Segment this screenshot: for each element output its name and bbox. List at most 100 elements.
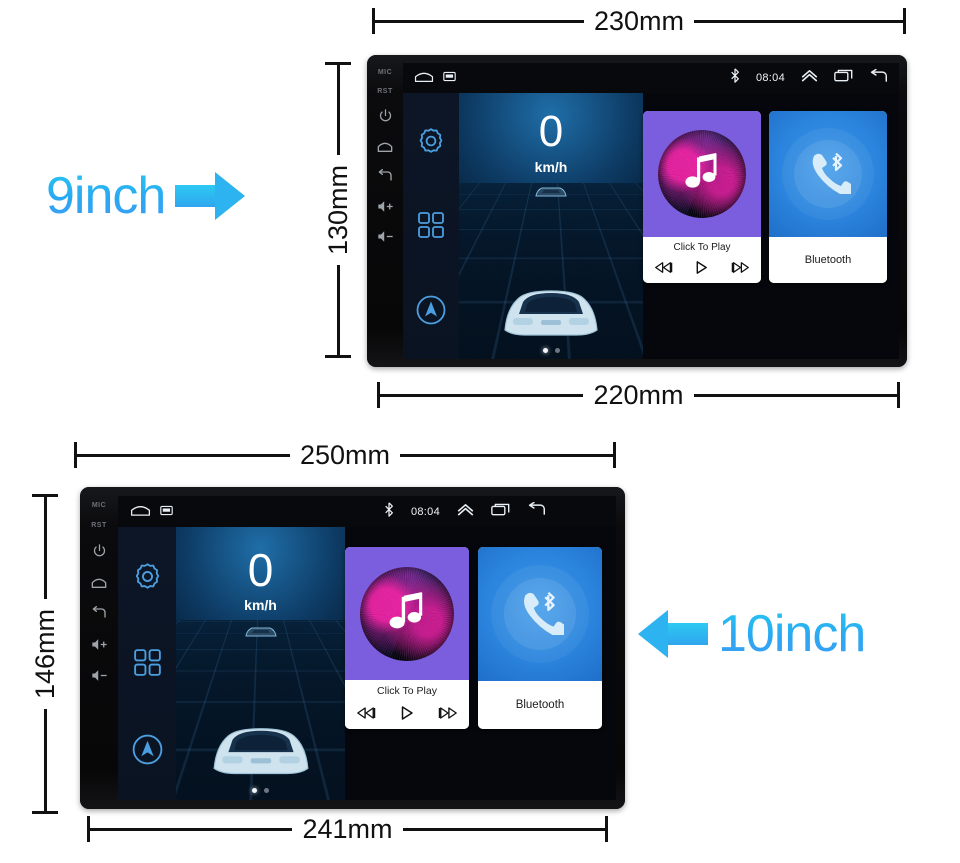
status-time-9inch: 08:04 — [755, 72, 785, 84]
chevron-up-icon[interactable] — [801, 69, 818, 87]
page-indicator-9inch — [459, 348, 643, 353]
music-controls — [643, 257, 761, 283]
bluetooth-icon — [384, 501, 394, 522]
speed-value-9inch: 0 — [538, 107, 564, 156]
volume-up-button[interactable] — [377, 200, 394, 213]
screenshot-icon[interactable] — [160, 503, 173, 521]
volume-down-button[interactable] — [377, 230, 394, 243]
speed-unit-9inch: km/h — [534, 159, 568, 175]
dimension-label-left-9inch: 130mm — [322, 164, 353, 256]
speed-value-10inch: 0 — [247, 544, 274, 596]
recent-apps-icon[interactable] — [834, 69, 853, 87]
car-far-icon — [533, 183, 569, 204]
next-track-icon[interactable] — [438, 706, 458, 725]
back-button[interactable] — [91, 606, 107, 620]
dimension-line — [402, 827, 605, 831]
bluetooth-phone-icon — [516, 589, 569, 640]
apps-grid-icon[interactable] — [131, 646, 164, 679]
dimension-241mm: 241mm — [87, 815, 608, 842]
music-widget-9inch[interactable]: Click To Play — [643, 111, 761, 283]
dimension-cap-right — [605, 816, 608, 842]
dimension-line — [380, 393, 584, 397]
settings-gear-icon[interactable] — [131, 560, 164, 593]
bezel-label-mic: MIC — [377, 69, 393, 76]
bezel-label-rst: RST — [377, 88, 393, 95]
bezel-9inch: MIC RST — [367, 55, 403, 367]
home-icon[interactable] — [414, 69, 434, 88]
volume-up-button[interactable] — [91, 638, 108, 651]
dimension-line — [336, 265, 340, 355]
previous-track-icon[interactable] — [356, 706, 376, 725]
dimension-line — [90, 827, 293, 831]
dimension-line — [43, 709, 47, 811]
page-dot[interactable] — [554, 348, 560, 353]
page-dot[interactable] — [252, 788, 257, 793]
chevron-up-icon[interactable] — [457, 503, 474, 521]
app-body-9inch: 0 km/h Click To Play Bluetooth — [403, 93, 899, 359]
screenshot-icon[interactable] — [443, 69, 456, 87]
page-dot[interactable] — [542, 348, 548, 353]
bluetooth-icon — [730, 68, 740, 88]
settings-gear-icon[interactable] — [415, 125, 447, 157]
bluetooth-art — [769, 111, 887, 237]
status-time-10inch: 08:04 — [410, 505, 440, 518]
play-icon[interactable] — [399, 705, 415, 726]
music-widget-10inch[interactable]: Click To Play — [345, 547, 469, 729]
head-unit-9inch: MIC RST 08:04 0 km/h Click To Play Bluet… — [367, 55, 907, 367]
dimension-line — [375, 19, 584, 23]
bezel-label-rst: RST — [91, 522, 107, 529]
page-indicator-10inch — [176, 788, 345, 793]
screen-10inch[interactable]: 08:04 0 km/h Click To Play Bluetooth — [118, 496, 616, 800]
page-dot[interactable] — [264, 788, 269, 793]
speedometer-widget-9inch[interactable]: 0 km/h — [459, 93, 643, 359]
home-button[interactable] — [91, 575, 107, 589]
status-bar-9inch: 08:04 — [403, 63, 899, 93]
back-button[interactable] — [377, 169, 393, 183]
power-button[interactable] — [92, 543, 107, 558]
dimension-line — [693, 393, 897, 397]
car-near-icon — [206, 713, 316, 782]
previous-track-icon[interactable] — [654, 261, 673, 279]
dimension-line — [694, 19, 903, 23]
next-track-icon[interactable] — [731, 261, 750, 279]
home-icon[interactable] — [130, 502, 151, 522]
volume-down-button[interactable] — [91, 669, 108, 682]
dimension-label-left-10inch: 146mm — [29, 608, 60, 700]
dimension-250mm: 250mm — [74, 441, 616, 468]
dimension-230mm: 230mm — [372, 5, 906, 36]
apps-grid-icon[interactable] — [415, 209, 447, 241]
album-disc — [658, 130, 746, 218]
album-disc — [360, 566, 454, 661]
app-body-10inch: 0 km/h Click To Play Bluetooth — [118, 527, 616, 800]
screen-9inch[interactable]: 08:04 0 km/h Click To Play Bluetooth — [403, 63, 899, 359]
dimension-line — [43, 497, 47, 599]
dimension-130mm: 130mm — [322, 62, 353, 358]
music-album-art — [345, 547, 469, 680]
navigation-circle-icon[interactable] — [414, 293, 448, 327]
power-button[interactable] — [378, 108, 393, 123]
dimension-146mm: 146mm — [29, 494, 60, 814]
back-arrow-icon[interactable] — [527, 501, 546, 521]
dimension-cap-right — [903, 8, 906, 34]
dimension-label-bottom-9inch: 220mm — [593, 379, 684, 410]
bluetooth-widget-9inch[interactable]: Bluetooth — [769, 111, 887, 283]
dimension-cap-right — [613, 442, 616, 468]
back-arrow-icon[interactable] — [869, 68, 888, 88]
navigation-circle-icon[interactable] — [130, 732, 165, 767]
dimension-label-top-9inch: 230mm — [593, 5, 685, 36]
dimension-cap-bottom — [325, 355, 351, 358]
speed-unit-10inch: km/h — [244, 597, 277, 613]
widget-area-9inch: Click To Play Bluetooth — [643, 93, 899, 359]
music-controls — [345, 701, 469, 729]
play-icon[interactable] — [694, 260, 709, 280]
home-stage-10inch: 0 km/h Click To Play Bluetooth — [176, 527, 616, 800]
arrow-left-icon — [638, 610, 708, 658]
bluetooth-widget-10inch[interactable]: Bluetooth — [478, 547, 602, 729]
home-button[interactable] — [377, 139, 393, 153]
callout-10inch: 10inch — [638, 605, 866, 663]
music-widget-label: Click To Play — [643, 237, 761, 257]
callout-label-10inch: 10inch — [718, 605, 866, 663]
bluetooth-widget-label: Bluetooth — [478, 681, 602, 729]
recent-apps-icon[interactable] — [491, 503, 510, 521]
speedometer-widget-10inch[interactable]: 0 km/h — [176, 527, 345, 800]
